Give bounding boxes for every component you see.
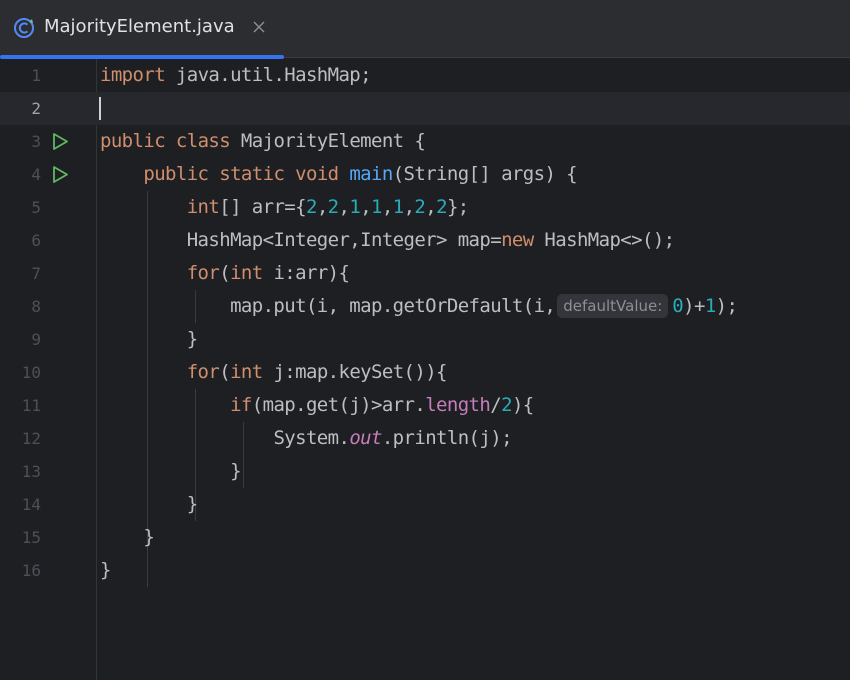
run-icon[interactable] <box>51 165 69 184</box>
close-icon[interactable] <box>252 20 266 34</box>
code-line-6[interactable]: 6 HashMap<Integer,Integer> map=new HashM… <box>0 224 850 257</box>
line-number: 4 <box>31 165 41 184</box>
line-number: 15 <box>21 528 41 547</box>
line-number: 16 <box>21 561 41 580</box>
code-text: map.put(i, map.getOrDefault(i, defaultVal… <box>230 294 738 318</box>
code-line-2[interactable]: 2 <box>0 92 850 125</box>
code-text: } <box>100 493 198 515</box>
code-line-10[interactable]: 10 for(int j:map.keySet()){ <box>0 356 850 389</box>
code-text: import java.util.HashMap; <box>100 64 372 86</box>
code-text: } <box>100 526 155 548</box>
code-line-11[interactable]: 11 if(map.get(j)>arr.length/2){ <box>0 389 850 422</box>
code-line-5[interactable]: 5 int[] arr={2,2,1,1,1,2,2}; <box>0 191 850 224</box>
tab-title: MajorityElement.java <box>44 16 235 37</box>
line-number: 3 <box>31 132 41 151</box>
code-line-9[interactable]: 9 } <box>0 323 850 356</box>
code-text: if(map.get(j)>arr.length/2){ <box>230 394 534 416</box>
code-line-16[interactable]: 16 } <box>0 554 850 587</box>
java-class-icon <box>14 18 34 38</box>
line-number: 5 <box>31 198 41 217</box>
editor-tab-bar: MajorityElement.java <box>0 0 850 59</box>
code-text: System.out.println(j); <box>273 427 512 449</box>
line-number: 2 <box>31 99 41 118</box>
code-text: for(int j:map.keySet()){ <box>186 361 448 383</box>
code-line-8[interactable]: 8 map.put(i, map.getOrDefault(i, defaultV… <box>0 290 850 323</box>
code-text: } <box>100 460 241 482</box>
code-line-3[interactable]: 3 public class MajorityElement { <box>0 125 850 158</box>
line-number: 14 <box>21 495 41 514</box>
line-number: 9 <box>31 330 41 349</box>
code-text: } <box>100 328 198 350</box>
line-number: 1 <box>31 66 41 85</box>
code-line-7[interactable]: 7 for(int i:arr){ <box>0 257 850 290</box>
code-text: } <box>100 559 111 581</box>
code-line-1[interactable]: 1 import java.util.HashMap; <box>0 59 850 92</box>
inlay-parameter-hint: defaultValue: <box>557 294 669 318</box>
line-number: 6 <box>31 231 41 250</box>
code-editor[interactable]: 1 import java.util.HashMap; 2 3 public c… <box>0 59 850 680</box>
text-caret <box>99 97 101 120</box>
line-number: 11 <box>21 396 41 415</box>
code-text: public class MajorityElement { <box>100 130 426 152</box>
code-text: public static void main(String[] args) { <box>143 163 577 185</box>
code-text: HashMap<Integer,Integer> map=new HashMap… <box>186 229 675 251</box>
code-line-4[interactable]: 4 public static void main(String[] args)… <box>0 158 850 191</box>
code-text: for(int i:arr){ <box>186 262 350 284</box>
code-line-15[interactable]: 15 } <box>0 521 850 554</box>
tab-majority-element[interactable]: MajorityElement.java <box>0 0 284 59</box>
line-number: 10 <box>21 363 41 382</box>
code-line-14[interactable]: 14 } <box>0 488 850 521</box>
line-number: 7 <box>31 264 41 283</box>
line-number: 8 <box>31 297 41 316</box>
code-text: int[] arr={2,2,1,1,1,2,2}; <box>186 196 469 218</box>
line-number: 12 <box>21 429 41 448</box>
code-line-13[interactable]: 13 } <box>0 455 850 488</box>
line-number: 13 <box>21 462 41 481</box>
code-line-12[interactable]: 12 System.out.println(j); <box>0 422 850 455</box>
run-icon[interactable] <box>51 132 69 151</box>
